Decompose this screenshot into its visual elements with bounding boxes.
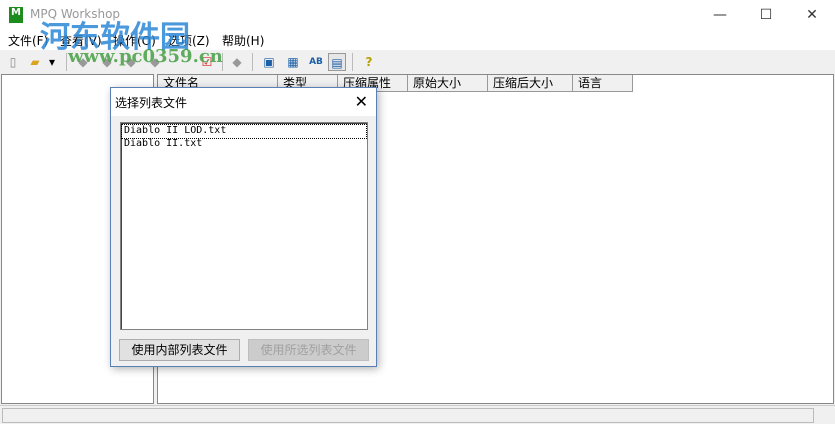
help-icon[interactable]: ? — [360, 53, 378, 71]
list-item[interactable]: Diablo II.txt — [122, 138, 366, 151]
close-button[interactable]: ✕ — [789, 0, 835, 30]
listfile-listbox[interactable]: Diablo II LOD.txt Diablo II.txt — [120, 122, 368, 330]
list-item[interactable]: Diablo II LOD.txt — [121, 124, 367, 139]
select-listfile-dialog: 选择列表文件 ✕ Diablo II LOD.txt Diablo II.txt… — [110, 87, 377, 367]
details-view-icon[interactable]: ▤ — [328, 53, 346, 71]
status-panel — [2, 408, 814, 423]
compact-icon[interactable]: ◆ — [228, 53, 246, 71]
list-view-icon[interactable]: AB — [307, 53, 325, 71]
column-compressed-size[interactable]: 压缩后大小 — [488, 75, 573, 92]
dialog-close-button[interactable]: ✕ — [355, 92, 368, 111]
small-icons-view-icon[interactable]: ▦ — [284, 53, 302, 71]
app-icon: M — [9, 7, 23, 23]
dialog-title: 选择列表文件 — [115, 96, 188, 110]
dialog-title-bar: 选择列表文件 ✕ — [111, 88, 376, 116]
menu-help[interactable]: 帮助(H) — [222, 32, 264, 49]
use-internal-listfile-button[interactable]: 使用内部列表文件 — [119, 339, 240, 361]
large-icons-view-icon[interactable]: ▣ — [260, 53, 278, 71]
column-original-size[interactable]: 原始大小 — [408, 75, 488, 92]
use-selected-listfile-button[interactable]: 使用所选列表文件 — [248, 339, 369, 361]
new-icon[interactable]: ▯ — [4, 53, 22, 71]
watermark-url: www.pc0359.cn — [68, 46, 223, 67]
minimize-button[interactable]: — — [697, 0, 743, 30]
status-bar — [0, 405, 835, 424]
column-language[interactable]: 语言 — [573, 75, 633, 92]
maximize-button[interactable]: ☐ — [743, 0, 789, 30]
